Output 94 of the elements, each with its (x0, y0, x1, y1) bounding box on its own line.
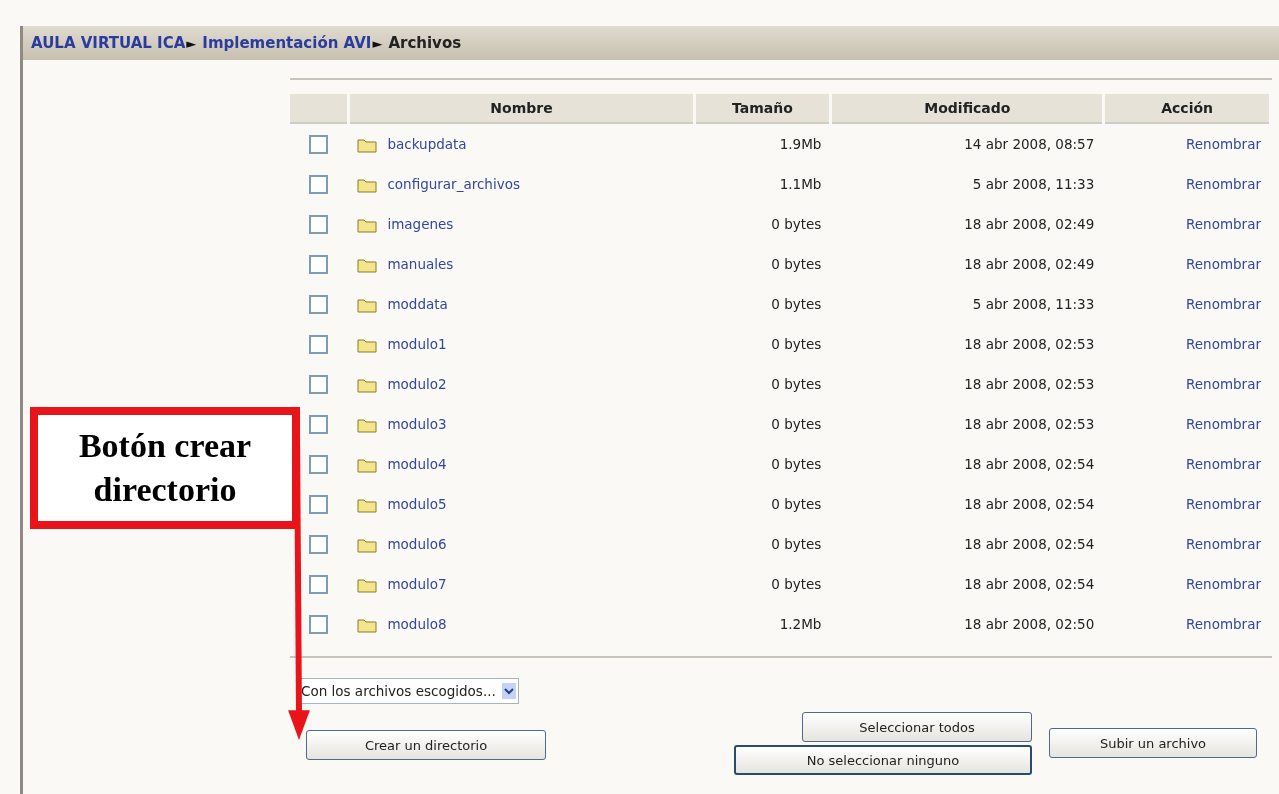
folder-link[interactable]: modulo1 (387, 335, 447, 352)
select-all-button[interactable]: Seleccionar todos (802, 712, 1032, 742)
size-text: 0 bytes (771, 216, 822, 232)
folder-link[interactable]: modulo7 (387, 575, 447, 592)
date-text: 5 abr 2008, 11:33 (972, 176, 1095, 192)
rename-link[interactable]: Renombrar (1186, 176, 1261, 192)
checkbox[interactable] (309, 334, 329, 354)
size-text: 0 bytes (771, 256, 822, 272)
rename-link[interactable]: Renombrar (1186, 136, 1261, 152)
breadcrumb-link[interactable]: AULA VIRTUAL ICA (31, 34, 186, 52)
date-text: 18 abr 2008, 02:54 (964, 536, 1095, 552)
folder-icon (357, 176, 378, 193)
date-text: 18 abr 2008, 02:54 (964, 456, 1095, 472)
folder-icon (357, 536, 378, 553)
date-text: 18 abr 2008, 02:50 (964, 616, 1095, 632)
column-header: Acción (1105, 94, 1269, 124)
folder-link[interactable]: manuales (387, 255, 454, 272)
select-none-button[interactable]: No seleccionar ninguno (734, 745, 1032, 775)
checkbox[interactable] (309, 614, 329, 634)
folder-link[interactable]: backupdata (387, 135, 467, 152)
folder-icon (357, 616, 378, 633)
date-text: 18 abr 2008, 02:53 (964, 376, 1095, 392)
breadcrumb-link[interactable]: Implementación AVI (202, 34, 372, 52)
checkbox[interactable] (309, 134, 329, 154)
rename-link[interactable]: Renombrar (1186, 376, 1261, 392)
column-header: Nombre (350, 94, 693, 124)
column-header: Tamaño (695, 94, 830, 124)
size-text: 0 bytes (771, 376, 822, 392)
folder-link[interactable]: modulo3 (387, 415, 447, 432)
size-text: 0 bytes (771, 416, 822, 432)
size-text: 0 bytes (771, 296, 822, 312)
rename-link[interactable]: Renombrar (1186, 416, 1261, 432)
folder-icon (357, 376, 378, 393)
rename-link[interactable]: Renombrar (1186, 536, 1261, 552)
folder-link[interactable]: modulo5 (387, 495, 447, 512)
checkbox[interactable] (309, 574, 329, 594)
checkbox[interactable] (309, 534, 329, 554)
column-header: Modificado (832, 94, 1103, 124)
callout-text: Botón crear directorio (77, 425, 253, 510)
folder-icon (357, 456, 378, 473)
date-text: 18 abr 2008, 02:54 (964, 496, 1095, 512)
breadcrumb-separator: ► (186, 35, 197, 51)
rename-link[interactable]: Renombrar (1186, 216, 1261, 232)
folder-icon (357, 136, 378, 153)
date-text: 18 abr 2008, 02:54 (964, 576, 1095, 592)
date-text: 18 abr 2008, 02:49 (964, 216, 1095, 232)
checkbox[interactable] (309, 294, 329, 314)
folder-icon (357, 336, 378, 353)
create-folder-button[interactable]: Crear un directorio (306, 730, 546, 760)
upload-button[interactable]: Subir un archivo (1049, 728, 1257, 758)
folder-link[interactable]: modulo4 (387, 455, 447, 472)
rename-link[interactable]: Renombrar (1186, 456, 1261, 472)
folder-link[interactable]: configurar_archivos (387, 175, 520, 192)
folder-icon (357, 216, 378, 233)
date-text: 5 abr 2008, 11:33 (972, 296, 1095, 312)
folder-link[interactable]: imagenes (387, 215, 454, 232)
folder-icon (357, 416, 378, 433)
checkbox[interactable] (309, 254, 329, 274)
checkbox[interactable] (309, 414, 329, 434)
checkbox[interactable] (309, 174, 329, 194)
size-text: 0 bytes (771, 456, 822, 472)
size-text: 0 bytes (771, 576, 822, 592)
folder-link[interactable]: modulo8 (387, 615, 447, 632)
folder-link[interactable]: moddata (387, 295, 448, 312)
checkbox[interactable] (309, 374, 329, 394)
rename-link[interactable]: Renombrar (1186, 576, 1261, 592)
size-text: 1.2Mb (779, 616, 822, 632)
folder-icon (357, 496, 378, 513)
folder-link[interactable]: modulo2 (387, 375, 447, 392)
rename-link[interactable]: Renombrar (1186, 256, 1261, 272)
breadcrumb-current: Archivos (388, 34, 462, 52)
date-text: 18 abr 2008, 02:49 (964, 256, 1095, 272)
rename-link[interactable]: Renombrar (1186, 616, 1261, 632)
checkbox[interactable] (309, 454, 329, 474)
checkbox[interactable] (309, 214, 329, 234)
breadcrumb-separator: ► (372, 35, 383, 51)
rename-link[interactable]: Renombrar (1186, 496, 1261, 512)
size-text: 1.1Mb (779, 176, 822, 192)
folder-icon (357, 256, 378, 273)
rename-link[interactable]: Renombrar (1186, 296, 1261, 312)
folder-icon (357, 296, 378, 313)
folder-icon (357, 576, 378, 593)
rename-link[interactable]: Renombrar (1186, 336, 1261, 352)
size-text: 0 bytes (771, 536, 822, 552)
date-text: 18 abr 2008, 02:53 (964, 416, 1095, 432)
folder-link[interactable]: modulo6 (387, 535, 447, 552)
size-text: 1.9Mb (779, 136, 822, 152)
chevron-icon (501, 682, 516, 700)
date-text: 14 abr 2008, 08:57 (964, 136, 1095, 152)
checkbox[interactable] (309, 494, 329, 514)
size-text: 0 bytes (771, 496, 822, 512)
size-text: 0 bytes (771, 336, 822, 352)
header-cell (290, 94, 348, 124)
date-text: 18 abr 2008, 02:53 (964, 336, 1095, 352)
